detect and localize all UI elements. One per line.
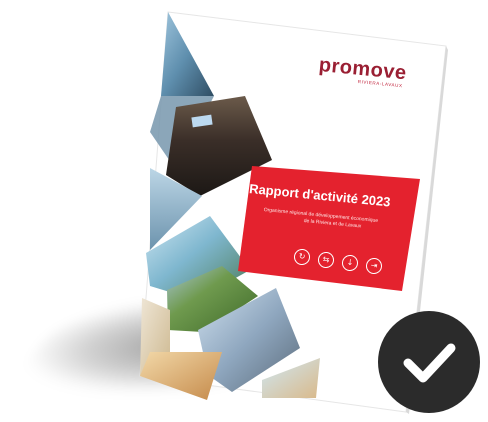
photo-figure (140, 352, 222, 400)
checkmark-badge (378, 311, 480, 413)
brochure-mockup-scene: promove RIVIERA-LAVAUX Rapport d'activit… (0, 0, 488, 422)
checkmark-icon (403, 343, 456, 383)
